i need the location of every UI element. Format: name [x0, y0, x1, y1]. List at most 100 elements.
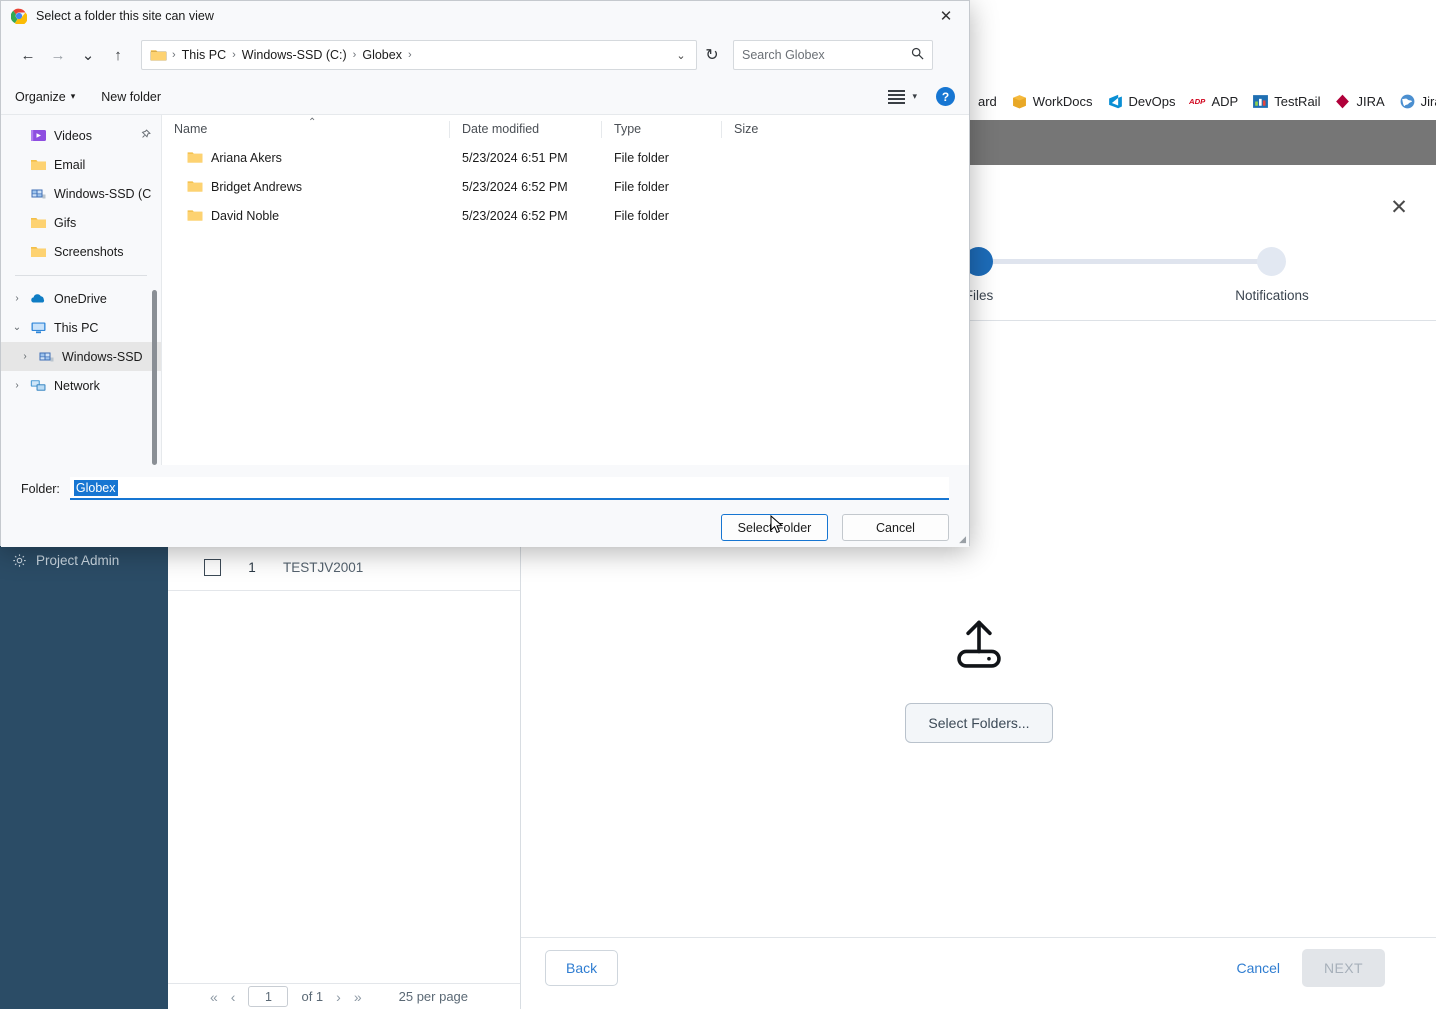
column-header-size[interactable]: Size	[722, 121, 802, 138]
tree-item-windows-ssd[interactable]: › Windows-SSD	[1, 342, 161, 371]
command-bar-right: ▾ ?	[888, 87, 955, 106]
folder-icon	[187, 180, 203, 193]
column-header-type[interactable]: Type	[602, 120, 722, 138]
tree-item-gifs[interactable]: Gifs	[1, 208, 161, 237]
search-input[interactable]: Search Globex	[733, 40, 933, 70]
file-type: File folder	[614, 208, 669, 223]
sort-ascending-icon: ⌃	[308, 116, 317, 128]
network-icon	[30, 378, 47, 393]
new-folder-button[interactable]: New folder	[101, 90, 161, 104]
breadcrumb-windows-ssd[interactable]: Windows-SSD (C:)	[237, 48, 352, 62]
breadcrumb-globex[interactable]: Globex	[357, 48, 407, 62]
bookmark-label: ard	[978, 93, 997, 109]
close-icon[interactable]: ✕	[923, 1, 969, 31]
file-date: 5/23/2024 6:52 PM	[462, 208, 568, 223]
tree-item-onedrive[interactable]: › OneDrive	[1, 284, 161, 313]
cancel-link[interactable]: Cancel	[1236, 960, 1280, 976]
stepper-dot-notifications[interactable]	[1257, 247, 1286, 276]
jira-globe-icon	[1399, 93, 1416, 110]
chevron-right-icon[interactable]: ›	[19, 351, 31, 362]
jira-icon	[1334, 93, 1351, 110]
chevron-down-icon[interactable]: ⌄	[668, 49, 694, 62]
file-name: Bridget Andrews	[211, 179, 303, 194]
organize-label: Organize	[15, 89, 66, 104]
address-bar[interactable]: › This PC › Windows-SSD (C:) › Globex › …	[141, 40, 697, 70]
bookmark-item-testrail[interactable]: TestRail	[1252, 93, 1320, 110]
view-list-icon[interactable]	[888, 89, 906, 104]
file-date: 5/23/2024 6:51 PM	[462, 150, 568, 165]
sidebar-item-project-admin[interactable]: Project Admin	[0, 545, 168, 575]
bookmark-label: Jira -	[1420, 93, 1436, 109]
cancel-button[interactable]: Cancel	[842, 514, 949, 541]
bookmark-item-workdocs[interactable]: WorkDocs	[1011, 93, 1093, 110]
file-date: 5/23/2024 6:52 PM	[462, 179, 568, 194]
tree-item-this-pc[interactable]: ⌄ This PC	[1, 313, 161, 342]
pagination-next-button[interactable]: ›	[336, 989, 341, 1005]
select-folders-button[interactable]: Select Folders...	[905, 703, 1053, 743]
bookmark-item-adp[interactable]: ADP ADP	[1189, 93, 1238, 110]
svg-text:ADP: ADP	[1189, 97, 1206, 106]
up-icon[interactable]: ↑	[103, 40, 133, 70]
row-index: 1	[248, 560, 256, 575]
wizard-footer: Back Cancel NEXT	[521, 937, 1436, 997]
tree-item-label: Windows-SSD	[62, 349, 143, 364]
pagination-prev-button[interactable]: ‹	[231, 989, 236, 1005]
file-row[interactable]: Ariana Akers 5/23/2024 6:51 PM File fold…	[162, 143, 969, 172]
pagination-per-page[interactable]: 25 per page	[399, 989, 468, 1004]
chevron-down-icon[interactable]: ⌄	[11, 322, 23, 333]
pagination-page-input[interactable]: 1	[248, 986, 289, 1007]
refresh-icon[interactable]: ↻	[697, 40, 727, 70]
folder-icon	[187, 151, 203, 164]
pin-icon[interactable]	[140, 128, 161, 143]
videos-icon	[30, 128, 47, 143]
folder-icon	[150, 48, 167, 62]
tree-item-videos[interactable]: Videos	[1, 121, 161, 150]
pagination-last-button[interactable]: »	[354, 989, 362, 1005]
select-folder-button[interactable]: Select Folder	[721, 514, 828, 541]
bookmark-item-devops[interactable]: DevOps	[1107, 93, 1175, 110]
close-icon[interactable]: ✕	[1386, 194, 1412, 220]
file-row[interactable]: Bridget Andrews 5/23/2024 6:52 PM File f…	[162, 172, 969, 201]
chevron-down-icon[interactable]: ▾	[912, 91, 917, 102]
folder-name-input[interactable]: Globex	[69, 477, 949, 500]
back-icon[interactable]: ←	[13, 40, 43, 70]
adp-icon: ADP	[1189, 93, 1206, 110]
bookmark-label: ADP	[1211, 93, 1239, 109]
breadcrumb-this-pc[interactable]: This PC	[177, 48, 231, 62]
drive-icon	[30, 186, 47, 201]
chevron-right-icon[interactable]: ›	[11, 380, 23, 391]
file-name: David Noble	[211, 208, 280, 223]
tree-item-label: Gifs	[54, 215, 77, 230]
chevron-right-icon[interactable]: ›	[11, 293, 23, 304]
tree-item-network[interactable]: › Network	[1, 371, 161, 400]
project-sidebar: Project Admin	[0, 545, 168, 1009]
file-row[interactable]: David Noble 5/23/2024 6:52 PM File folde…	[162, 201, 969, 230]
column-header-name[interactable]: Name ⌃	[162, 117, 450, 138]
row-checkbox[interactable]	[204, 559, 221, 576]
tree-scrollbar[interactable]	[152, 290, 157, 465]
resize-grip-icon[interactable]: ◢	[959, 534, 966, 545]
folder-name-value: Globex	[73, 479, 118, 496]
row-name: TESTJV2001	[283, 560, 364, 575]
tree-item-screenshots[interactable]: Screenshots	[1, 237, 161, 266]
tree-item-label: Videos	[54, 128, 92, 143]
bookmark-item-jira[interactable]: JIRA	[1334, 93, 1385, 110]
forward-icon[interactable]: →	[43, 40, 73, 70]
tree-item-windows-ssd-quick[interactable]: Windows-SSD (C	[1, 179, 161, 208]
file-list-pane: Name ⌃ Date modified Type Size Ariana Ak…	[161, 115, 969, 465]
column-header-date-modified[interactable]: Date modified	[450, 120, 602, 138]
file-list-header: Name ⌃ Date modified Type Size	[162, 115, 969, 143]
back-button[interactable]: Back	[545, 949, 619, 986]
tree-item-email[interactable]: Email	[1, 150, 161, 179]
folder-field-row: Folder: Globex	[1, 465, 969, 500]
help-icon[interactable]: ?	[936, 87, 955, 106]
bookmark-item-jira-globe[interactable]: Jira -	[1399, 93, 1436, 110]
pagination-first-button[interactable]: «	[210, 989, 218, 1005]
organize-button[interactable]: Organize ▾	[15, 90, 75, 104]
recent-locations-icon[interactable]: ⌄	[73, 40, 103, 70]
dialog-body: Videos Email Windows-SSD (C Gifs Screens…	[1, 115, 969, 465]
dialog-buttons: Select Folder Cancel	[1, 500, 969, 541]
tree-item-label: This PC	[54, 320, 99, 335]
next-button[interactable]: NEXT	[1302, 948, 1385, 987]
file-name-cell: David Noble	[162, 209, 450, 223]
